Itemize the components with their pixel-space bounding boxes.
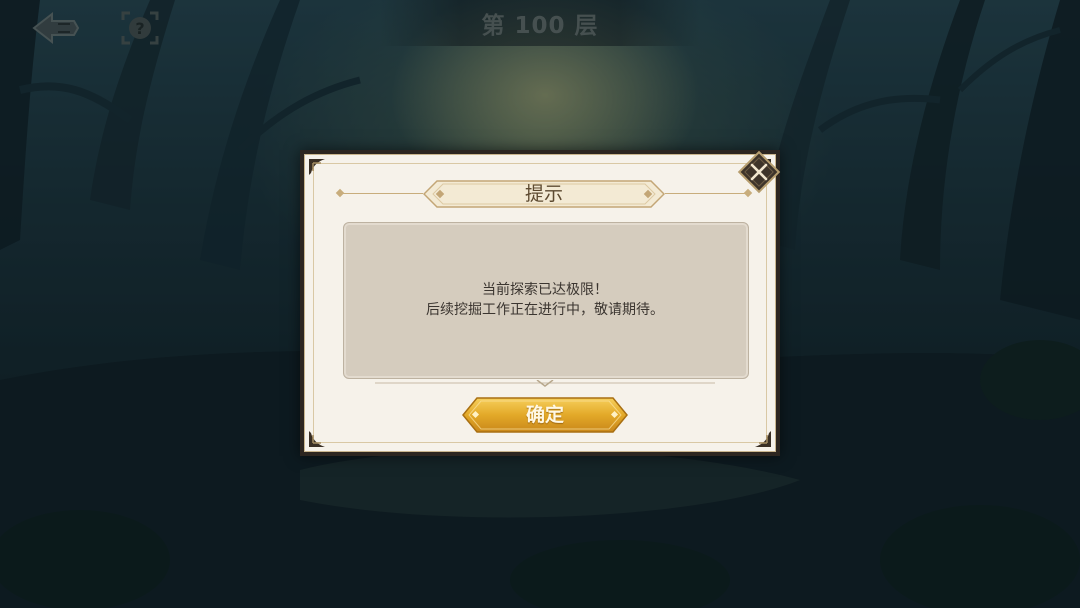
corner-ornament-icon bbox=[309, 431, 325, 447]
title-divider-left bbox=[341, 193, 423, 194]
corner-ornament-icon bbox=[309, 159, 325, 175]
message-box-ornament bbox=[375, 380, 715, 387]
close-button[interactable] bbox=[737, 150, 781, 194]
message-text: 当前探索已达极限！ 后续挖掘工作正在进行中，敬请期待。 bbox=[343, 280, 747, 320]
message-line: 当前探索已达极限！ bbox=[482, 282, 608, 298]
confirm-button-shape bbox=[462, 397, 628, 433]
message-line: 后续挖掘工作正在进行中，敬请期待。 bbox=[426, 302, 664, 318]
dialog-title: 提示 bbox=[524, 183, 563, 205]
title-divider-right bbox=[665, 193, 747, 194]
corner-ornament-icon bbox=[755, 431, 771, 447]
notice-dialog: 提示 当前探索已达极限！ 后续挖掘工作正在进行中，敬请期待。 确定 bbox=[300, 150, 780, 456]
close-icon bbox=[737, 150, 781, 194]
dialog-panel: 提示 当前探索已达极限！ 后续挖掘工作正在进行中，敬请期待。 确定 bbox=[304, 154, 776, 452]
confirm-button[interactable] bbox=[461, 396, 629, 434]
